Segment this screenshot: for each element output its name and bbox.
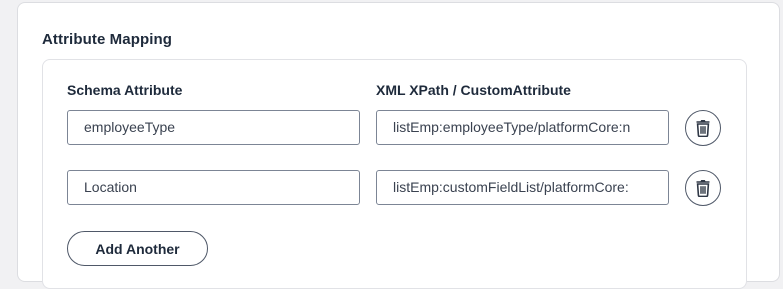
delete-row-button[interactable] (685, 170, 721, 206)
mapping-table: Schema Attribute XML XPath / CustomAttri… (42, 59, 747, 289)
trash-icon (695, 179, 711, 197)
trash-icon (695, 119, 711, 137)
schema-attribute-input[interactable]: employeeType (67, 110, 360, 145)
add-another-button[interactable]: Add Another (67, 231, 208, 266)
xpath-input[interactable]: listEmp:employeeType/platformCore:n (376, 110, 669, 145)
xpath-header: XML XPath / CustomAttribute (376, 82, 571, 98)
section-title: Attribute Mapping (42, 31, 173, 48)
delete-row-button[interactable] (685, 110, 721, 146)
attribute-mapping-card: Attribute Mapping Schema Attribute XML X… (17, 2, 780, 289)
xpath-input[interactable]: listEmp:customFieldList/platformCore: (376, 170, 669, 205)
schema-attribute-header: Schema Attribute (67, 82, 183, 98)
schema-attribute-input[interactable]: Location (67, 170, 360, 205)
